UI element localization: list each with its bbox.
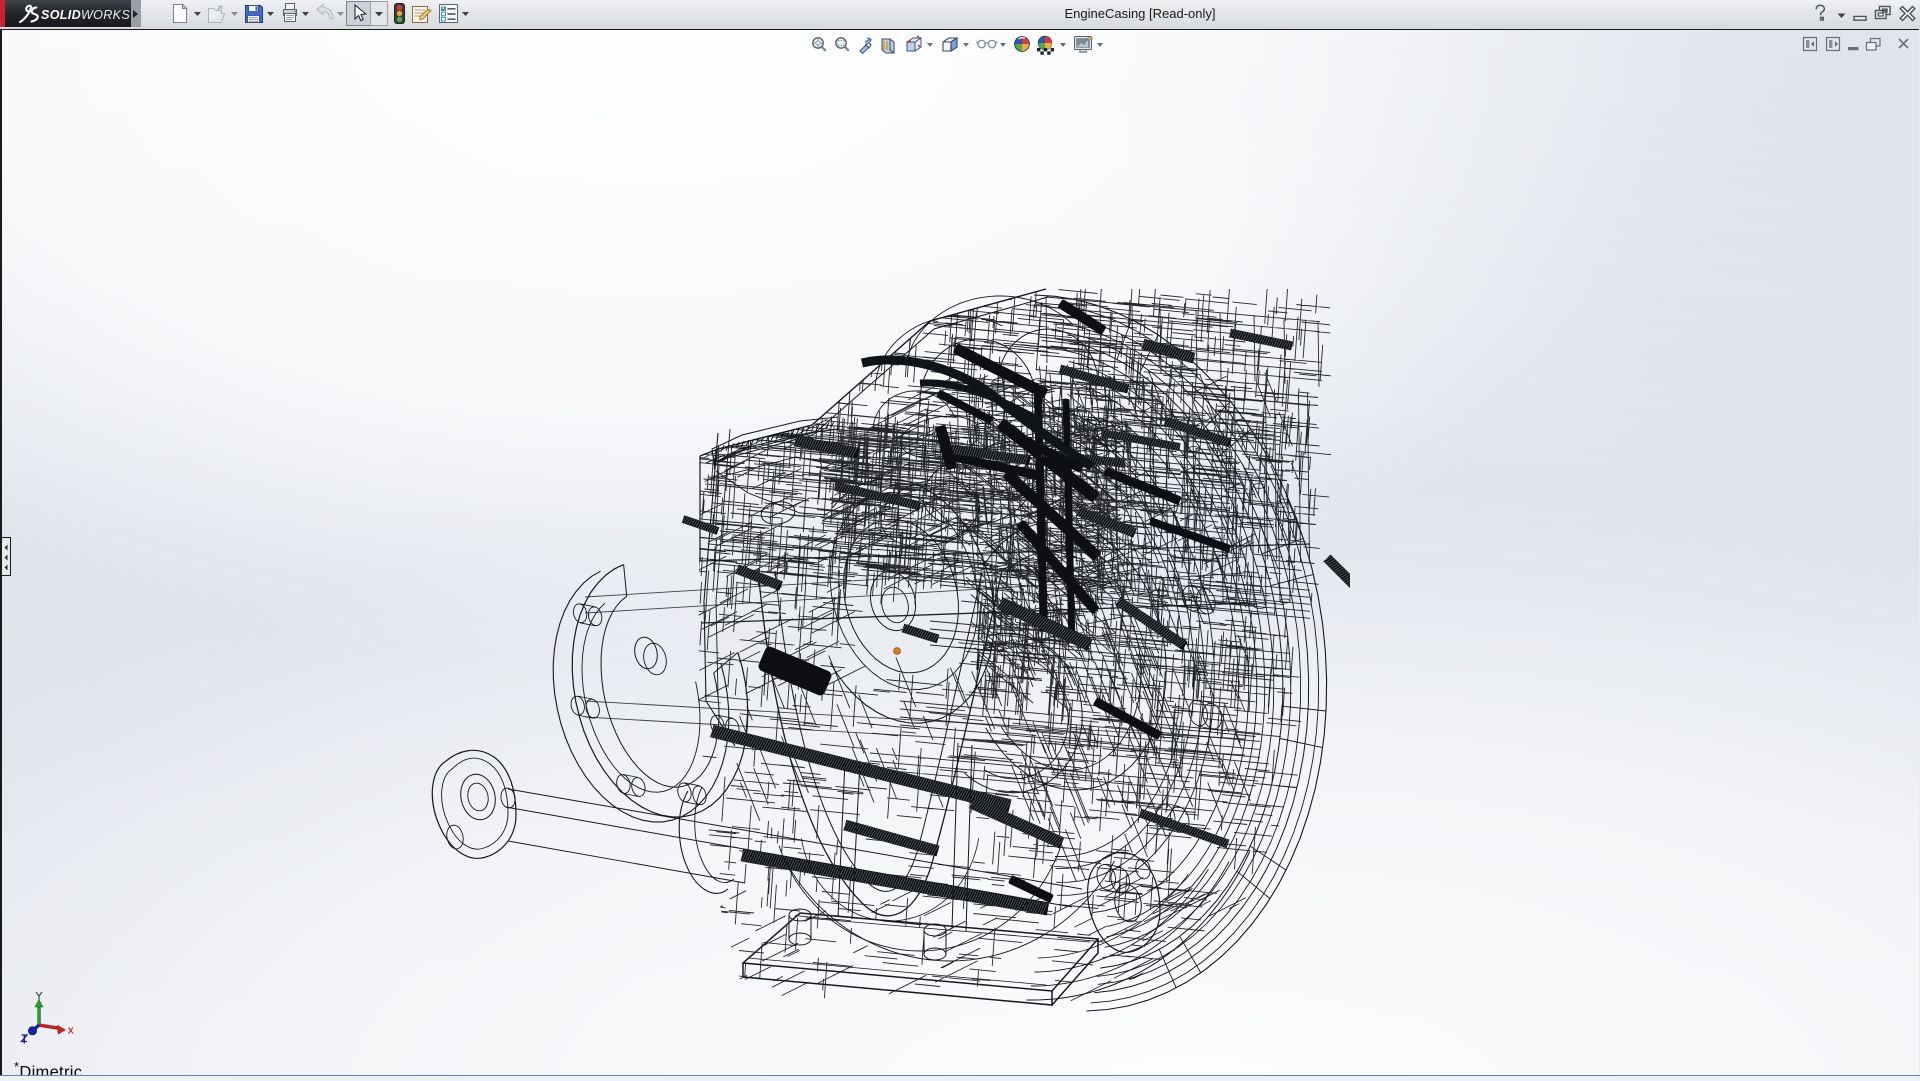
svg-text:SOLIDWORKS: SOLIDWORKS — [41, 8, 130, 22]
